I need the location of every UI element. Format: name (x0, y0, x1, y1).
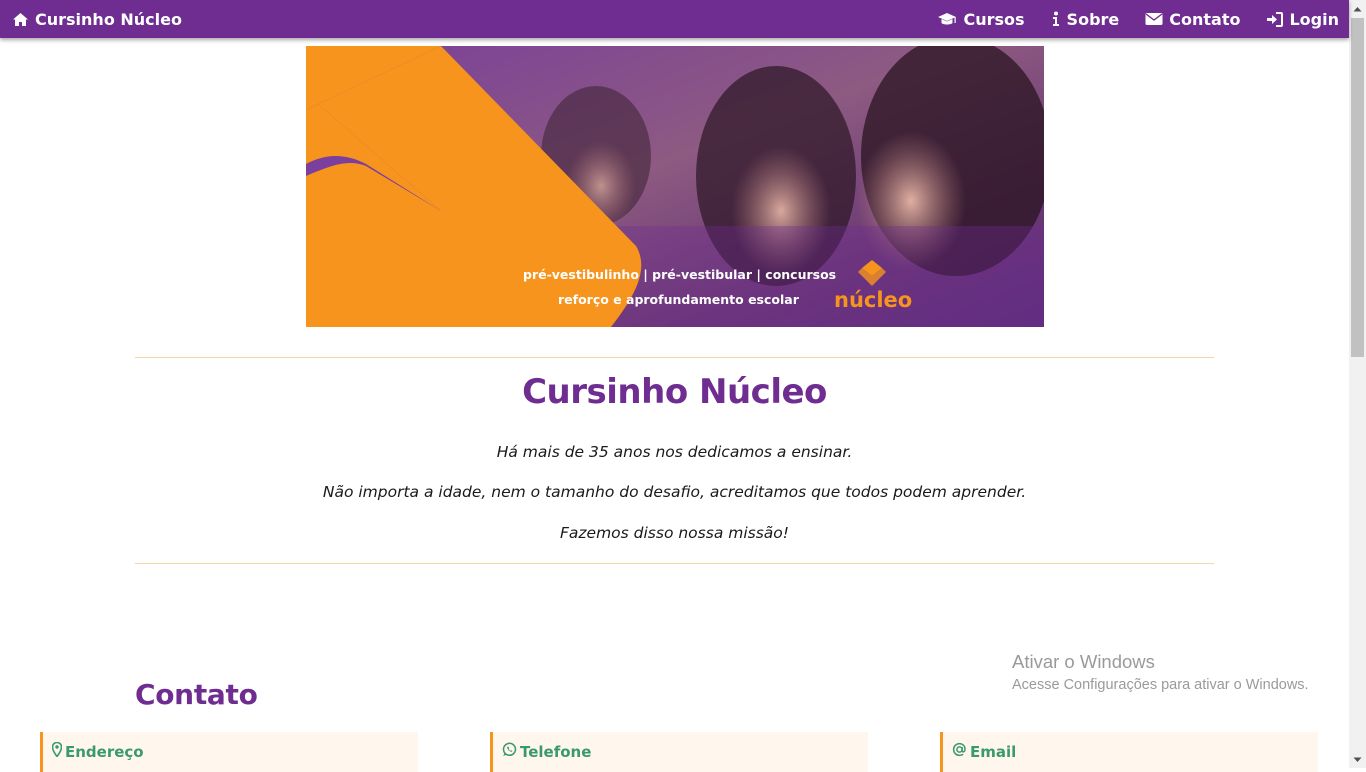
scroll-down-arrow-icon[interactable] (1349, 751, 1366, 768)
hero-line: Fazemos disso nossa missão! (559, 524, 789, 542)
top-navbar: Cursinho Núcleo Cursos Sobre Contato Log… (0, 0, 1349, 38)
windows-activation-watermark: Ativar o Windows Acesse Configurações pa… (1012, 651, 1309, 693)
watermark-title: Ativar o Windows (1012, 651, 1155, 672)
hero-line: Há mais de 35 anos nos dedicamos a ensin… (496, 443, 853, 461)
banner-tagline-2: reforço e aprofundamento escolar (558, 292, 800, 307)
map-marker-icon (51, 741, 63, 761)
brand-label: Cursinho Núcleo (35, 9, 182, 29)
at-icon (952, 742, 967, 761)
banner-tagline-1: pré-vestibulinho | pré-vestibular | conc… (523, 267, 836, 282)
contact-card-phone: Telefone (490, 732, 868, 772)
nav-link-login[interactable]: Login (1266, 10, 1339, 29)
contact-card-email: Email (940, 732, 1318, 772)
hero-banner: pré-vestibulinho | pré-vestibular | conc… (306, 46, 1044, 327)
page-title: Cursinho Núcleo (522, 372, 827, 412)
nav-link-label: Login (1289, 9, 1339, 29)
watermark-subtitle: Acesse Configurações para ativar o Windo… (1012, 677, 1309, 693)
hero-line: Não importa a idade, nem o tamanho do de… (322, 483, 1027, 501)
nav-link-label: Contato (1169, 9, 1241, 29)
graduation-cap-icon (937, 12, 957, 26)
contact-card-label: Endereço (65, 742, 144, 761)
sign-in-icon (1266, 11, 1284, 27)
envelope-icon (1145, 12, 1163, 26)
nav-link-sobre[interactable]: Sobre (1051, 9, 1120, 29)
contact-card-label: Email (970, 742, 1017, 761)
contact-card-address: Endereço (40, 732, 418, 772)
divider (135, 563, 1214, 564)
nav-link-label: Sobre (1066, 9, 1120, 29)
scroll-up-arrow-icon[interactable] (1349, 0, 1366, 17)
banner-logo-text: núcleo (834, 288, 912, 312)
whatsapp-icon (502, 742, 517, 761)
contact-card-label: Telefone (520, 742, 592, 761)
scrollbar-thumb[interactable] (1351, 18, 1364, 357)
contact-section-title: Contato (135, 678, 258, 711)
divider (135, 357, 1214, 358)
nav-links: Cursos Sobre Contato Login (911, 0, 1339, 38)
info-icon (1051, 11, 1061, 27)
nav-link-cursos[interactable]: Cursos (937, 9, 1025, 29)
brand-link[interactable]: Cursinho Núcleo (12, 0, 182, 38)
vertical-scrollbar[interactable] (1349, 0, 1366, 768)
nav-link-contato[interactable]: Contato (1145, 10, 1240, 29)
nav-link-label: Cursos (963, 9, 1025, 29)
home-icon (12, 12, 29, 27)
